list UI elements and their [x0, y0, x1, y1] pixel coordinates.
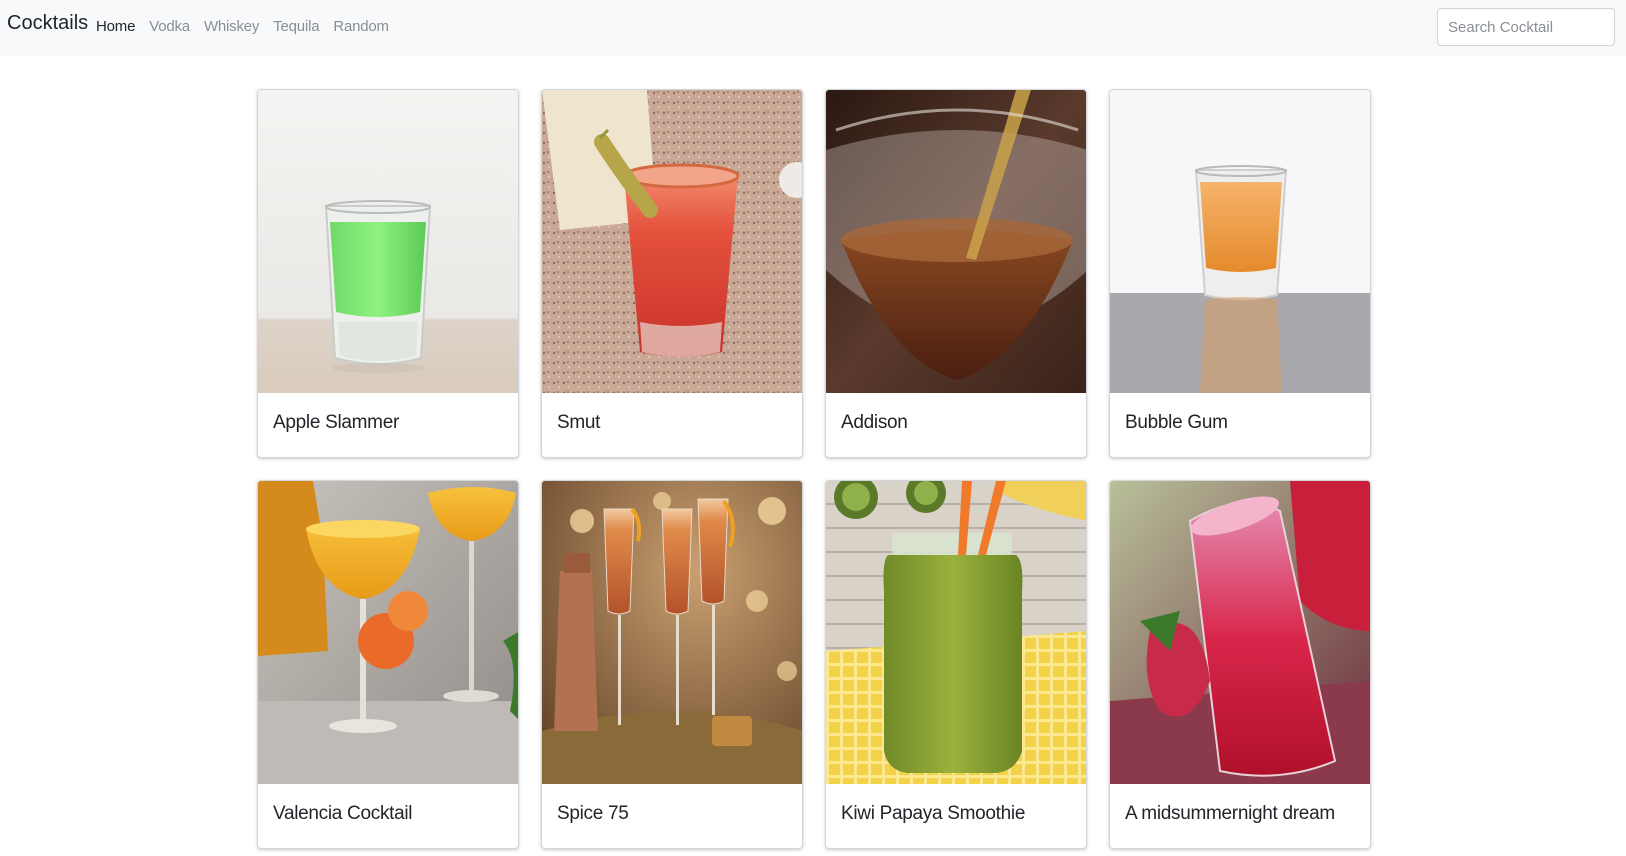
nav-link-vodka[interactable]: Vodka	[149, 18, 190, 35]
cocktail-card[interactable]: Addison	[825, 89, 1087, 458]
cocktail-name: Spice 75	[557, 803, 629, 824]
cocktail-name: Bubble Gum	[1125, 412, 1228, 433]
brand-logo[interactable]: Cocktails	[7, 12, 88, 35]
cocktail-name: Apple Slammer	[273, 412, 399, 433]
cocktail-name: Valencia Cocktail	[273, 803, 413, 824]
cocktail-card[interactable]: A midsummernight dream	[1109, 480, 1371, 849]
cocktail-image	[1110, 481, 1370, 784]
cocktail-image	[826, 481, 1086, 784]
nav-link-home[interactable]: Home	[96, 18, 135, 35]
nav-links: Home Vodka Whiskey Tequila Random	[96, 18, 389, 35]
cocktail-name: Smut	[557, 412, 601, 433]
cocktail-card[interactable]: Apple Slammer	[257, 89, 519, 458]
cocktail-name: Kiwi Papaya Smoothie	[841, 803, 1026, 824]
cocktail-image	[258, 90, 518, 393]
cocktail-image	[258, 481, 518, 784]
nav-link-tequila[interactable]: Tequila	[273, 18, 319, 35]
cocktail-image	[542, 481, 802, 784]
cocktail-name: A midsummernight dream	[1125, 803, 1335, 824]
cocktail-card[interactable]: Valencia Cocktail	[257, 480, 519, 849]
nav-link-whiskey[interactable]: Whiskey	[204, 18, 259, 35]
search-input[interactable]	[1437, 8, 1615, 46]
cocktail-image	[542, 90, 802, 393]
cocktail-image	[826, 90, 1086, 393]
cocktail-card[interactable]: Kiwi Papaya Smoothie	[825, 480, 1087, 849]
cocktail-name: Addison	[841, 412, 908, 433]
cocktail-image	[1110, 90, 1370, 393]
cocktail-card[interactable]: Bubble Gum	[1109, 89, 1371, 458]
cocktail-card[interactable]: Smut	[541, 89, 803, 458]
cocktail-card[interactable]: Spice 75	[541, 480, 803, 849]
navbar: Cocktails Home Vodka Whiskey Tequila Ran…	[0, 0, 1626, 56]
cocktail-grid: Apple Slammer Smut Addison Bubble Gum Va…	[257, 89, 1371, 849]
nav-link-random[interactable]: Random	[333, 18, 389, 35]
